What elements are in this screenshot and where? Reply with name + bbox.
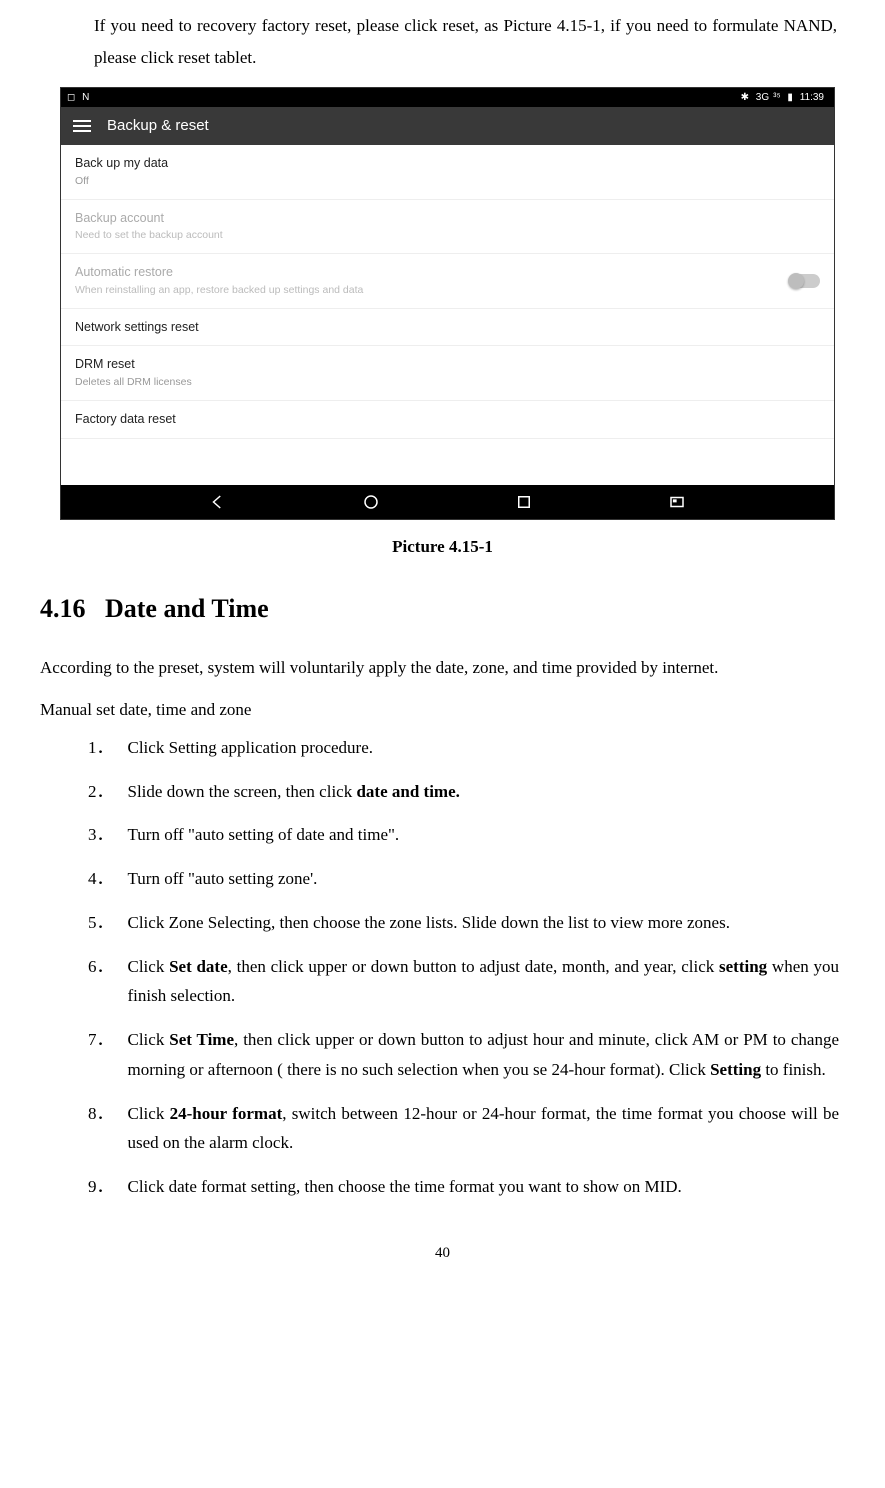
setting-row-auto-restore[interactable]: Automatic restore When reinstalling an a… [61,254,834,309]
toggle-switch[interactable] [790,274,820,288]
section-title: Date and Time [105,594,269,623]
list-item: 4．Turn off "auto setting zone'. [88,864,839,894]
list-item: 9．Click date format setting, then choose… [88,1172,839,1202]
setting-title: Backup account [75,209,223,228]
setting-row-drm-reset[interactable]: DRM reset Deletes all DRM licenses [61,346,834,401]
list-item: 5．Click Zone Selecting, then choose the … [88,908,839,938]
body-paragraph: Manual set date, time and zone [40,694,845,725]
network-icon: 3G [756,92,769,103]
setting-title: Factory data reset [75,410,176,429]
setting-title: Back up my data [75,154,168,173]
section-heading: 4.16 Date and Time [40,589,845,628]
list-item: 8．Click 24-hour format, switch between 1… [88,1099,839,1159]
status-icon: N [82,92,89,103]
list-item: 1．Click Setting application procedure. [88,733,839,763]
menu-icon[interactable] [73,120,91,132]
recent-icon[interactable] [515,493,533,511]
signal-icon: ³⁵ [773,92,780,103]
setting-subtitle: Need to set the backup account [75,228,223,244]
list-item: 2．Slide down the screen, then click date… [88,777,839,807]
setting-title: DRM reset [75,355,192,374]
back-icon[interactable] [209,493,227,511]
setting-title: Network settings reset [75,318,199,337]
setting-subtitle: Off [75,174,168,190]
extra-nav-icon[interactable] [668,493,686,511]
app-bar: Backup & reset [61,107,834,146]
clock-text: 11:39 [800,92,824,103]
setting-subtitle: Deletes all DRM licenses [75,375,192,391]
status-icon: ◻ [67,92,75,103]
setting-row-network-reset[interactable]: Network settings reset [61,309,834,347]
app-bar-title: Backup & reset [107,115,209,138]
bluetooth-icon: ✱ [741,92,749,103]
setting-row-factory-reset[interactable]: Factory data reset [61,401,834,439]
blank-row [61,439,834,485]
section-number: 4.16 [40,594,86,623]
status-bar: ◻ N ✱ 3G ³⁵ ▮ 11:39 [61,88,834,107]
intro-paragraph: If you need to recovery factory reset, p… [94,10,837,75]
home-icon[interactable] [362,493,380,511]
setting-row-backup-account[interactable]: Backup account Need to set the backup ac… [61,200,834,255]
setting-row-backup-data[interactable]: Back up my data Off [61,145,834,200]
steps-list: 1．Click Setting application procedure. 2… [88,733,839,1202]
setting-subtitle: When reinstalling an app, restore backed… [75,283,363,299]
setting-title: Automatic restore [75,263,363,282]
page-number: 40 [40,1242,845,1265]
list-item: 6．Click Set date, then click upper or do… [88,952,839,1012]
figure-caption: Picture 4.15-1 [40,534,845,560]
battery-icon: ▮ [787,92,793,103]
settings-list: Back up my data Off Backup account Need … [61,145,834,485]
list-item: 7．Click Set Time, then click upper or do… [88,1025,839,1085]
body-paragraph: According to the preset, system will vol… [40,652,845,683]
navigation-bar [61,485,834,519]
android-screenshot: ◻ N ✱ 3G ³⁵ ▮ 11:39 Backup & reset Back u… [60,87,835,520]
list-item: 3．Turn off "auto setting of date and tim… [88,820,839,850]
